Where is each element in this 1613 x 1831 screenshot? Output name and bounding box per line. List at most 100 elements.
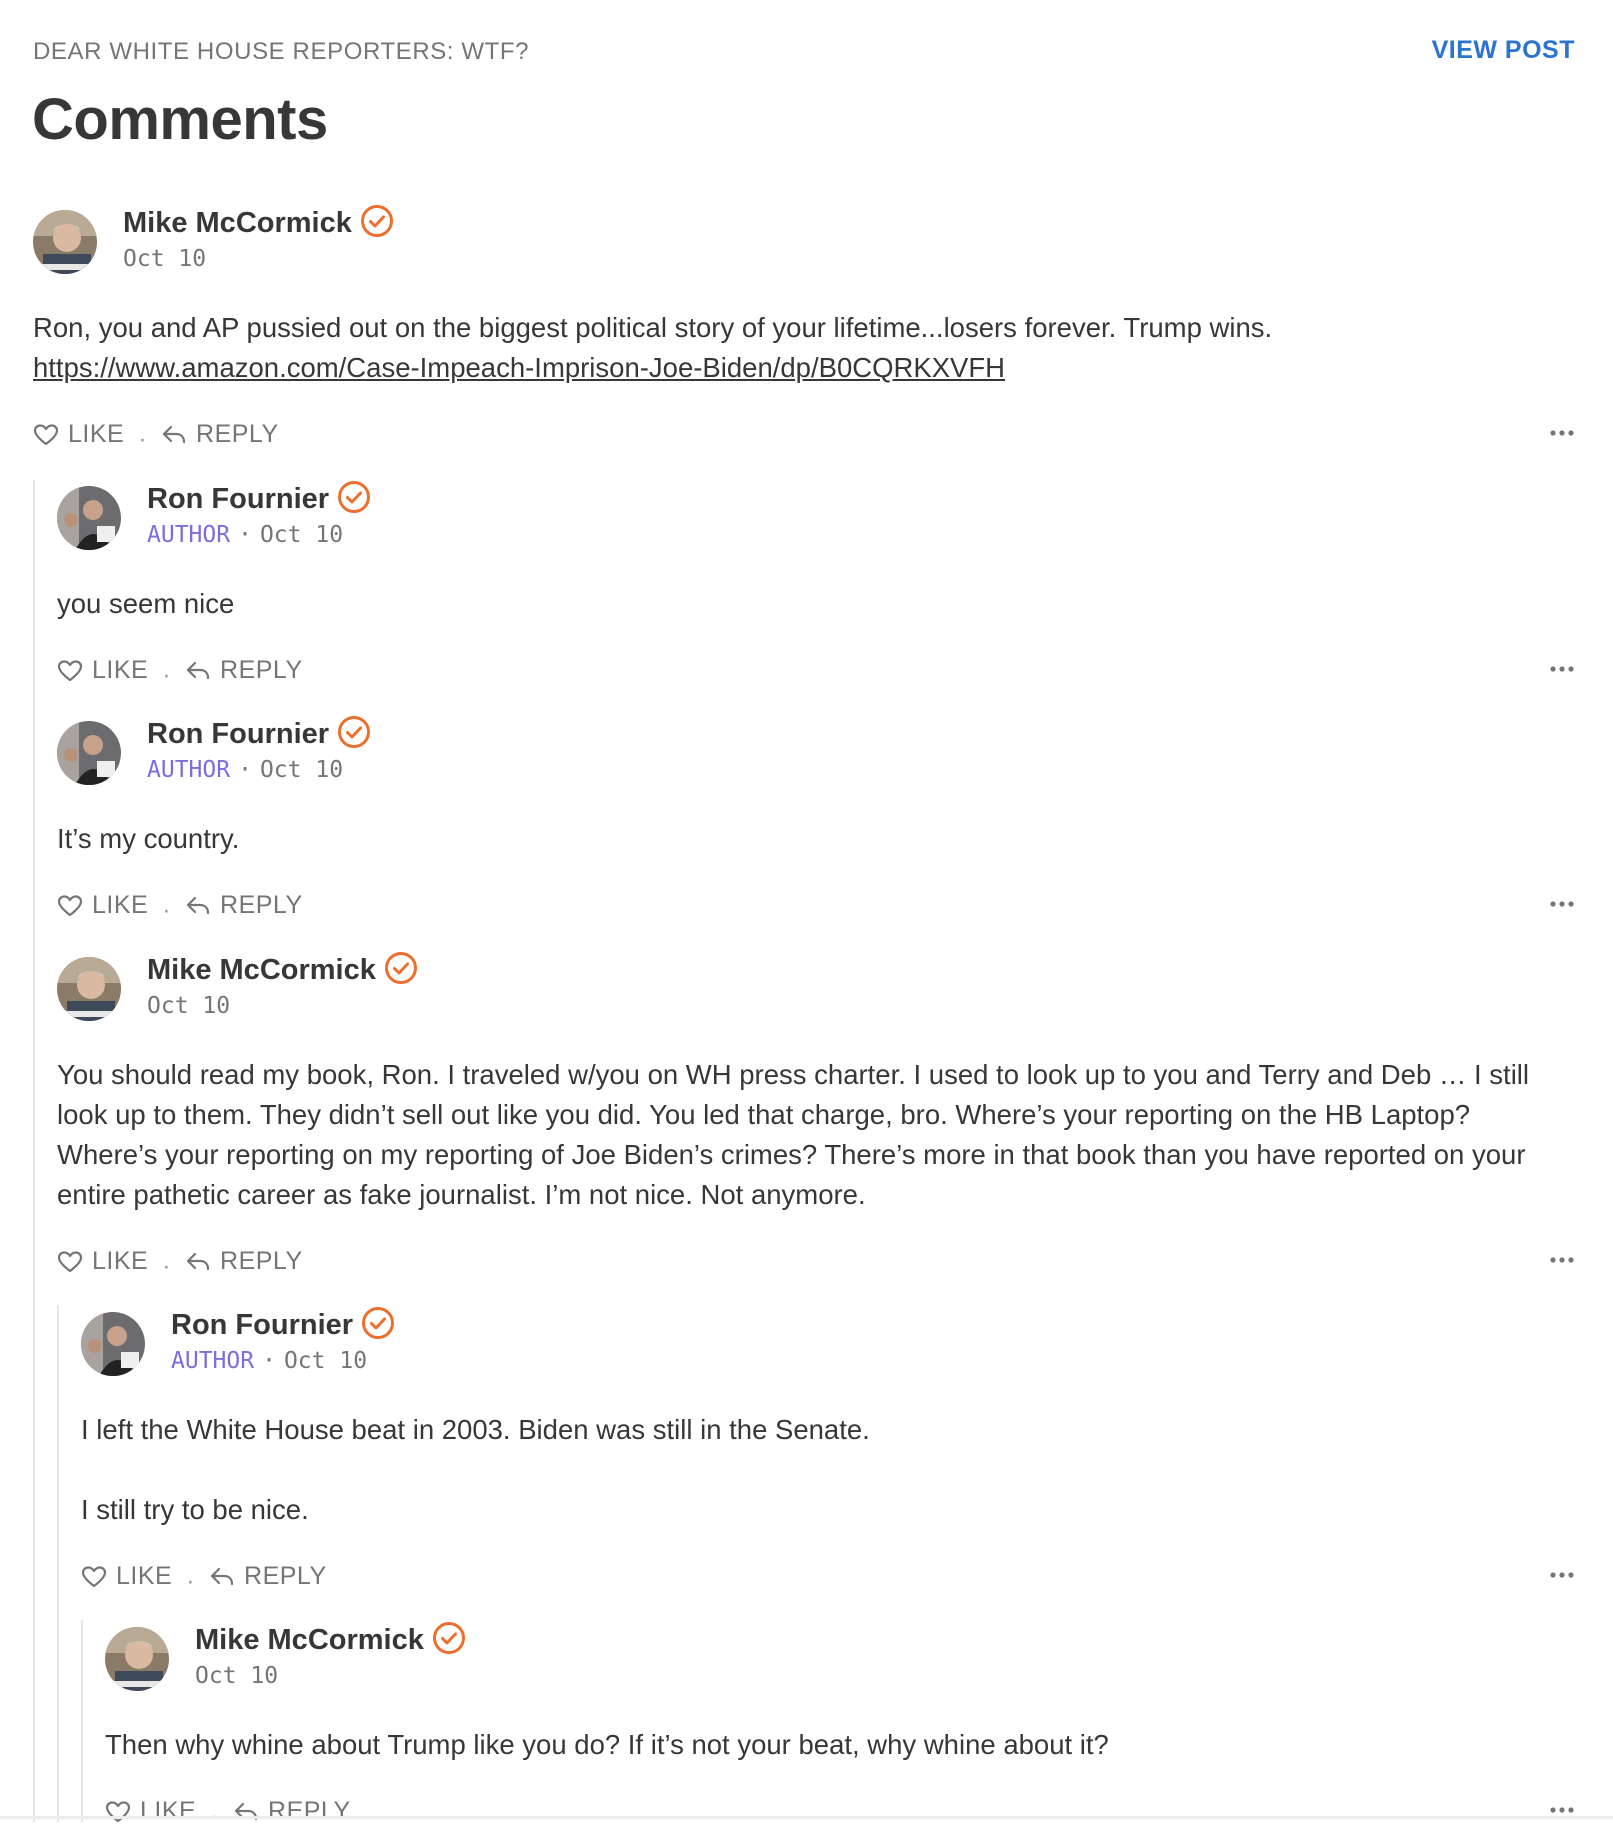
verified-badge-icon — [361, 1306, 395, 1348]
comment-body: Then why whine about Trump like you do? … — [105, 1725, 1575, 1765]
avatar[interactable] — [57, 957, 121, 1021]
comment-author-name[interactable]: Ron Fournier — [147, 480, 371, 522]
comment-text: Ron, you and AP pussied out on the bigge… — [33, 312, 1273, 343]
comment-date: Oct 10 — [259, 522, 344, 548]
reply-arrow-icon — [234, 1802, 258, 1820]
comment-text: You should read my book, Ron. I traveled… — [57, 1059, 1530, 1210]
avatar[interactable] — [33, 210, 97, 274]
comment-author-name[interactable]: Mike McCormick — [147, 951, 418, 993]
heart-icon — [33, 423, 59, 445]
comment-actions: LIKE·REPLY — [57, 1247, 1575, 1280]
comment-author-name[interactable]: Ron Fournier — [171, 1306, 395, 1348]
comment-actions: LIKE·REPLY — [81, 1562, 1575, 1595]
more-ellipsis-icon — [1550, 666, 1574, 672]
heart-icon — [57, 659, 83, 681]
verified-badge-icon — [360, 204, 394, 246]
like-button[interactable]: LIKE — [57, 656, 148, 685]
comment-meta: AUTHOR · Oct 10 — [147, 757, 344, 783]
comment-author-name[interactable]: Mike McCormick — [195, 1621, 466, 1663]
comment-date: Oct 10 — [123, 246, 207, 272]
post-title-kicker: DEAR WHITE HOUSE REPORTERS: WTF? — [33, 38, 530, 65]
comments-heading: Comments — [32, 87, 328, 152]
heart-icon — [57, 1250, 83, 1272]
reply-arrow-icon — [186, 661, 210, 679]
comment: Mike McCormick Oct 10 Ron, you and AP pu… — [33, 202, 1575, 453]
avatar[interactable] — [57, 721, 121, 785]
verified-badge-icon — [432, 1621, 466, 1663]
like-button[interactable]: LIKE — [57, 1247, 148, 1276]
comment-reply: Mike McCormick Oct 10 Then why whine abo… — [105, 1619, 1575, 1830]
comment-date: Oct 10 — [259, 757, 344, 783]
comment-text: you seem nice — [57, 588, 235, 619]
reply-arrow-icon — [186, 896, 210, 914]
comment-body: You should read my book, Ron. I traveled… — [57, 1055, 1575, 1215]
more-ellipsis-icon — [1550, 1572, 1574, 1578]
comment-reply: Ron Fournier AUTHOR · Oct 10 you seem nice… — [57, 478, 1575, 689]
comment-body: I left the White House beat in 2003. Bid… — [81, 1410, 1575, 1530]
more-options-button[interactable] — [1549, 891, 1575, 924]
more-options-button[interactable] — [1549, 1797, 1575, 1830]
comment-meta: AUTHOR · Oct 10 — [147, 522, 344, 548]
avatar[interactable] — [57, 486, 121, 550]
verified-badge-icon — [384, 951, 418, 993]
comment-body: you seem nice — [57, 584, 1575, 624]
comment-reply: Ron Fournier AUTHOR · Oct 10 It’s my count… — [57, 713, 1575, 924]
reply-button[interactable]: REPLY — [185, 891, 303, 920]
comment-author-name[interactable]: Ron Fournier — [147, 715, 371, 757]
comment-date: Oct 10 — [283, 1348, 368, 1374]
more-options-button[interactable] — [1549, 656, 1575, 689]
more-options-button[interactable] — [1549, 1562, 1575, 1595]
comment-actions: LIKE·REPLY — [105, 1797, 1575, 1830]
heart-icon — [81, 1565, 107, 1587]
bottom-divider — [0, 1816, 1613, 1819]
more-ellipsis-icon — [1550, 1257, 1574, 1263]
like-button[interactable]: LIKE — [81, 1562, 172, 1591]
reply-button[interactable]: REPLY — [209, 1562, 327, 1591]
comment-reply: Ron Fournier AUTHOR · Oct 10 I left the Wh… — [81, 1304, 1575, 1595]
more-options-button[interactable] — [1549, 420, 1575, 453]
author-tag: AUTHOR — [171, 1348, 255, 1374]
comment-date: Oct 10 — [147, 993, 231, 1019]
comment-actions: LIKE·REPLY — [33, 420, 1575, 453]
reply-arrow-icon — [210, 1567, 234, 1585]
like-button[interactable]: LIKE — [33, 420, 124, 449]
author-tag: AUTHOR — [147, 522, 231, 548]
more-ellipsis-icon — [1550, 901, 1574, 907]
more-ellipsis-icon — [1550, 1807, 1574, 1813]
reply-arrow-icon — [162, 425, 186, 443]
author-tag: AUTHOR — [147, 757, 231, 783]
comment-meta: Oct 10 — [123, 246, 206, 272]
comment-body: It’s my country. — [57, 819, 1575, 859]
view-post-link[interactable]: VIEW POST — [1432, 36, 1575, 65]
comment-actions: LIKE·REPLY — [57, 891, 1575, 924]
reply-arrow-icon — [186, 1252, 210, 1270]
like-button[interactable]: LIKE — [57, 891, 148, 920]
comment-reply: Mike McCormick Oct 10 You should read my… — [57, 949, 1575, 1280]
more-ellipsis-icon — [1550, 430, 1574, 436]
comment-meta: Oct 10 — [195, 1663, 278, 1689]
thread-line-level-1 — [33, 480, 35, 1822]
comment-body: Ron, you and AP pussied out on the bigge… — [33, 308, 1575, 388]
heart-icon — [57, 894, 83, 916]
comment-link[interactable]: https://www.amazon.com/Case-Impeach-Impr… — [33, 352, 1005, 383]
avatar[interactable] — [105, 1627, 169, 1691]
comment-meta: Oct 10 — [147, 993, 230, 1019]
thread-line-level-3 — [81, 1620, 83, 1822]
avatar[interactable] — [81, 1312, 145, 1376]
comment-actions: LIKE·REPLY — [57, 656, 1575, 689]
comment-author-name[interactable]: Mike McCormick — [123, 204, 394, 246]
verified-badge-icon — [337, 715, 371, 757]
comment-text: I still try to be nice. — [81, 1494, 309, 1525]
reply-button[interactable]: REPLY — [185, 656, 303, 685]
verified-badge-icon — [337, 480, 371, 522]
reply-button[interactable]: REPLY — [161, 420, 279, 449]
comment-text: I left the White House beat in 2003. Bid… — [81, 1414, 870, 1445]
heart-icon — [105, 1800, 131, 1822]
reply-button[interactable]: REPLY — [185, 1247, 303, 1276]
thread-line-level-2 — [57, 1305, 59, 1822]
more-options-button[interactable] — [1549, 1247, 1575, 1280]
comment-meta: AUTHOR · Oct 10 — [171, 1348, 368, 1374]
comment-text: Then why whine about Trump like you do? … — [105, 1729, 1109, 1760]
comment-date: Oct 10 — [195, 1663, 279, 1689]
comment-text: It’s my country. — [57, 823, 240, 854]
